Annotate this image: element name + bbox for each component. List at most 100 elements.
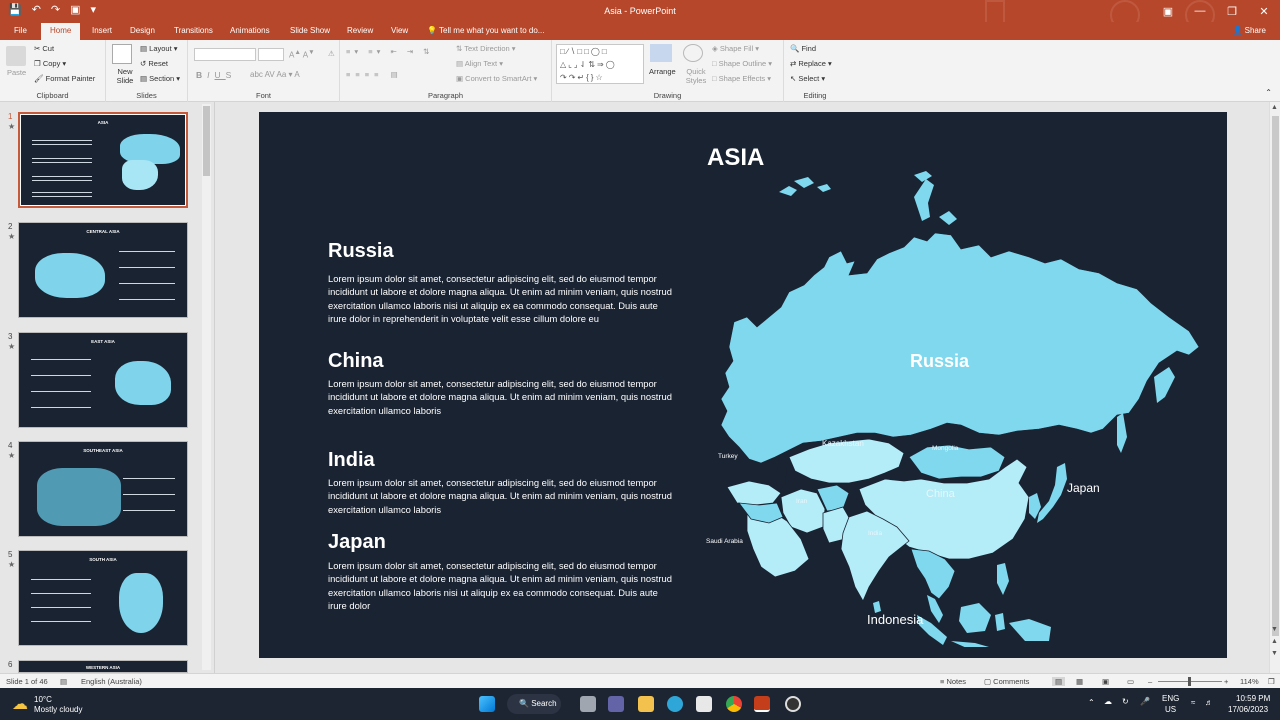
teams-icon[interactable] (608, 696, 624, 712)
volume-icon[interactable]: ♬ (1205, 698, 1213, 707)
section-button[interactable]: ▤ Section ▾ (140, 74, 180, 83)
copy-button[interactable]: ❐ Copy ▾ (34, 59, 66, 68)
slide-thumbnail-6[interactable]: WESTERN ASIA (18, 660, 188, 673)
tab-animations[interactable]: Animations (230, 26, 270, 35)
smartart-button[interactable]: ▣ Convert to SmartArt ▾ (456, 74, 537, 83)
find-button[interactable]: 🔍 Find (790, 44, 816, 53)
cut-button[interactable]: ✂ Cut (34, 44, 54, 53)
clear-format-icon[interactable]: ⚠ (328, 49, 335, 58)
tab-review[interactable]: Review (347, 26, 373, 35)
zoom-out-icon[interactable]: – (1148, 677, 1152, 686)
clock-date[interactable]: 17/06/2023 (1228, 705, 1268, 714)
normal-view-icon[interactable]: ▤ (1052, 677, 1066, 686)
slide-thumbnail-5[interactable]: SOUTH ASIA (18, 550, 188, 646)
weather-desc[interactable]: Mostly cloudy (34, 705, 82, 714)
quick-styles-button[interactable]: Quick Styles (682, 67, 710, 85)
slide-thumbnail-1[interactable]: ASIA (18, 112, 188, 208)
alignment-icons[interactable]: ≡≡≡≡ ▤ (346, 70, 403, 79)
file-explorer-icon[interactable] (638, 696, 654, 712)
fit-slide-icon[interactable]: ❒ (1268, 677, 1275, 686)
new-slide-icon[interactable] (112, 44, 132, 64)
zoom-in-icon[interactable]: + (1224, 677, 1228, 686)
section-body-india[interactable]: Lorem ipsum dolor sit amet, consectetur … (328, 476, 673, 516)
zoom-slider-thumb[interactable] (1188, 677, 1191, 686)
section-body-russia[interactable]: Lorem ipsum dolor sit amet, consectetur … (328, 272, 673, 326)
task-view-icon[interactable] (580, 696, 596, 712)
tab-view[interactable]: View (391, 26, 408, 35)
share-button[interactable]: 👤 Share (1232, 26, 1266, 35)
chrome-icon[interactable] (726, 696, 742, 712)
edge-icon[interactable] (667, 696, 683, 712)
reading-view-icon[interactable]: ▣ (1102, 677, 1109, 686)
tab-slide-show[interactable]: Slide Show (290, 26, 330, 35)
paste-button[interactable]: Paste (7, 68, 26, 77)
language-code[interactable]: ENG (1162, 694, 1179, 703)
align-text-button[interactable]: ▤ Align Text ▾ (456, 59, 503, 68)
next-slide-icon[interactable]: ▼ (1271, 650, 1278, 657)
shapes-gallery[interactable]: □∕∖□□◯□ △⌞⌟⇃⇅⇒◯ ↷↷↵{}☆ (556, 44, 644, 84)
asia-map[interactable] (699, 167, 1219, 647)
font-style-buttons[interactable]: BIUS (196, 70, 236, 80)
mic-icon[interactable]: 🎤 (1140, 697, 1150, 706)
sync-icon[interactable]: ↻ (1122, 697, 1129, 706)
slide-canvas[interactable]: ASIA Russia Lorem ipsum dolor sit amet, … (259, 112, 1227, 658)
spacing-icon[interactable]: abc AV Aa ▾ A (250, 70, 300, 79)
tab-design[interactable]: Design (130, 26, 155, 35)
paste-icon[interactable] (6, 46, 26, 66)
tab-home[interactable]: Home (41, 23, 81, 40)
section-body-china[interactable]: Lorem ipsum dolor sit amet, consectetur … (328, 377, 673, 417)
comments-button[interactable]: ▢ Comments (984, 677, 1029, 686)
tray-chevron-icon[interactable]: ⌃ (1088, 698, 1095, 707)
close-icon[interactable]: ✕ (1248, 0, 1280, 22)
quick-styles-icon[interactable] (683, 44, 703, 62)
shape-fill-button[interactable]: ◈ Shape Fill ▾ (712, 44, 759, 53)
restore-icon[interactable]: ❐ (1216, 0, 1248, 22)
font-family-box[interactable] (194, 48, 256, 61)
section-heading-russia[interactable]: Russia (328, 240, 394, 263)
scroll-down-icon[interactable]: ▼ (1271, 626, 1278, 633)
slide-thumbnail-3[interactable]: EAST ASIA (18, 332, 188, 428)
layout-button[interactable]: ▤ Layout ▾ (140, 44, 178, 53)
select-button[interactable]: ↖ Select ▾ (790, 74, 825, 83)
font-grow-icon[interactable]: A▲ A▼ (289, 49, 315, 60)
text-direction-button[interactable]: ⇅ Text Direction ▾ (456, 44, 516, 53)
format-painter-button[interactable]: 🖌 Format Painter (34, 74, 95, 83)
region-code[interactable]: US (1165, 705, 1176, 714)
notes-button[interactable]: ≡ Notes (940, 677, 966, 686)
search-button[interactable]: 🔍 Search (507, 694, 561, 714)
slide-sorter-icon[interactable]: ▦ (1076, 677, 1083, 686)
prev-slide-icon[interactable]: ▲ (1271, 638, 1278, 645)
collapse-ribbon-icon[interactable]: ⌃ (1265, 88, 1272, 97)
scrollbar-thumb[interactable] (1272, 116, 1279, 636)
language-indicator[interactable]: English (Australia) (81, 677, 142, 686)
scroll-up-icon[interactable]: ▲ (1271, 104, 1278, 111)
slide-show-icon[interactable]: ▭ (1127, 677, 1134, 686)
editor-scrollbar[interactable]: ▲ ▼ ▲ ▼ (1269, 102, 1280, 673)
font-size-box[interactable] (258, 48, 284, 61)
slide-thumbnail-4[interactable]: SOUTHEAST ASIA (18, 441, 188, 537)
weather-temp[interactable]: 10°C (34, 695, 52, 704)
reset-button[interactable]: ↺ Reset (140, 59, 168, 68)
scrollbar-thumb[interactable] (203, 106, 210, 176)
slide-thumbnail-2[interactable]: CENTRAL ASIA (18, 222, 188, 318)
section-heading-japan[interactable]: Japan (328, 531, 386, 554)
thumbnail-scrollbar[interactable] (202, 104, 211, 670)
section-heading-india[interactable]: India (328, 449, 375, 472)
spellcheck-icon[interactable]: ▤ (60, 677, 67, 686)
wifi-icon[interactable]: ≈ (1191, 698, 1195, 707)
tab-insert[interactable]: Insert (92, 26, 112, 35)
new-slide-button[interactable]: New Slide (112, 67, 138, 85)
arrange-icon[interactable] (650, 44, 672, 62)
replace-button[interactable]: ⇄ Replace ▾ (790, 59, 832, 68)
arrange-button[interactable]: Arrange (649, 67, 676, 76)
clock-time[interactable]: 10:59 PM (1236, 694, 1270, 703)
zoom-level[interactable]: 114% (1240, 677, 1259, 686)
start-icon[interactable] (479, 696, 495, 712)
weather-icon[interactable]: ☁ (12, 694, 28, 714)
ribbon-display-icon[interactable]: ▣ (1152, 0, 1184, 22)
shape-outline-button[interactable]: □ Shape Outline ▾ (712, 59, 772, 68)
store-icon[interactable] (696, 696, 712, 712)
app-icon[interactable] (785, 696, 801, 712)
tab-transitions[interactable]: Transitions (174, 26, 213, 35)
powerpoint-icon[interactable] (754, 696, 770, 712)
